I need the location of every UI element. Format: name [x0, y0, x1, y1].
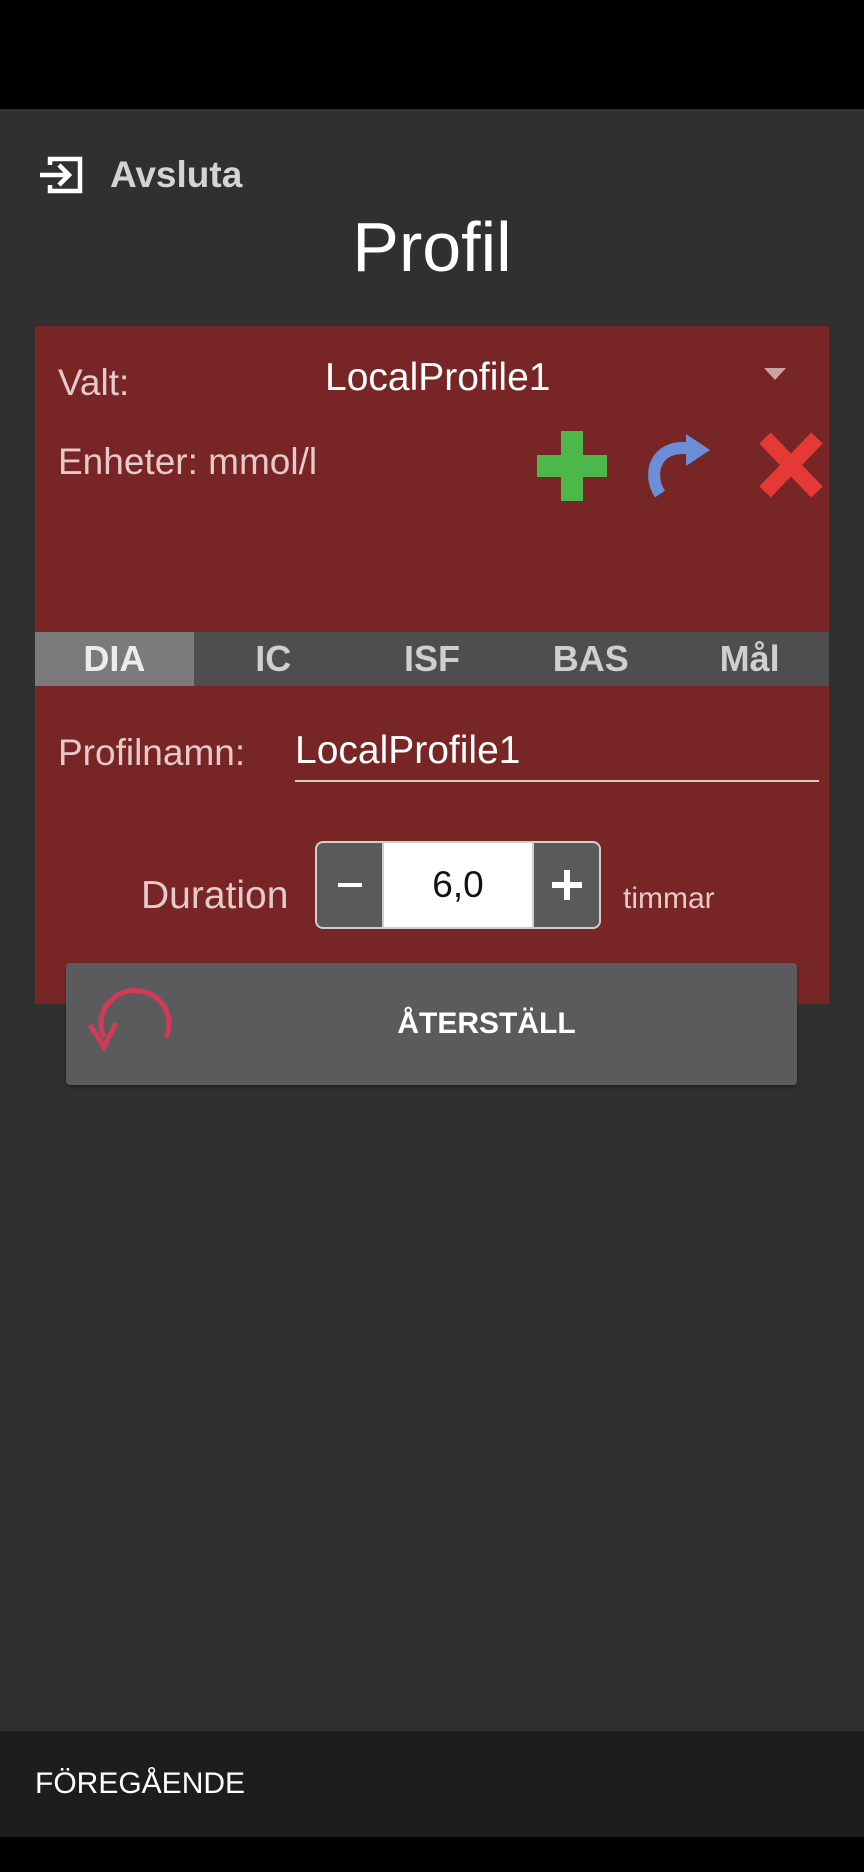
profile-screen: Avsluta Profil Valt: LocalProfile1 Enhet…: [0, 109, 864, 1731]
duration-label: Duration: [141, 874, 289, 917]
profile-name-input[interactable]: LocalProfile1: [295, 722, 819, 782]
reset-label: ÅTERSTÄLL: [397, 1007, 576, 1040]
tab-mal[interactable]: Mål: [670, 632, 829, 686]
tab-dia[interactable]: DIA: [35, 632, 194, 686]
reset-button[interactable]: ÅTERSTÄLL: [66, 963, 797, 1085]
plus-small-icon: [551, 870, 582, 900]
selected-profile-label: Valt:: [58, 362, 130, 403]
profile-card: Valt: LocalProfile1 Enheter: mmol/l DIA …: [35, 326, 829, 1085]
chevron-down-icon[interactable]: [763, 366, 787, 382]
exit-label: Avsluta: [110, 154, 243, 195]
system-nav-bar: [0, 1837, 864, 1872]
exit-button[interactable]: Avsluta: [38, 145, 242, 205]
tab-bas[interactable]: BAS: [511, 632, 670, 686]
exit-icon: [40, 156, 83, 194]
plus-icon[interactable]: [535, 429, 609, 503]
decrement-button[interactable]: [317, 843, 382, 927]
profile-dropdown[interactable]: LocalProfile1: [325, 356, 550, 400]
minus-icon: [337, 883, 362, 887]
duration-stepper: 6,0: [315, 841, 601, 929]
duration-unit-label: timmar: [623, 882, 715, 915]
status-bar: [0, 0, 864, 109]
previous-button[interactable]: FÖREGÅENDE: [35, 1731, 245, 1837]
close-x-icon[interactable]: [757, 432, 825, 498]
profile-name-label: Profilnamn:: [58, 732, 246, 773]
page-title: Profil: [352, 208, 512, 286]
tab-ic[interactable]: IC: [194, 632, 353, 686]
redo-arrow-icon[interactable]: [646, 432, 714, 498]
bottom-bar: FÖREGÅENDE: [0, 1731, 864, 1837]
units-label: Enheter: mmol/l: [58, 441, 318, 482]
duration-value[interactable]: 6,0: [382, 843, 534, 927]
increment-button[interactable]: [534, 843, 599, 927]
tab-bar: DIA IC ISF BAS Mål: [35, 632, 829, 686]
tab-isf[interactable]: ISF: [353, 632, 512, 686]
